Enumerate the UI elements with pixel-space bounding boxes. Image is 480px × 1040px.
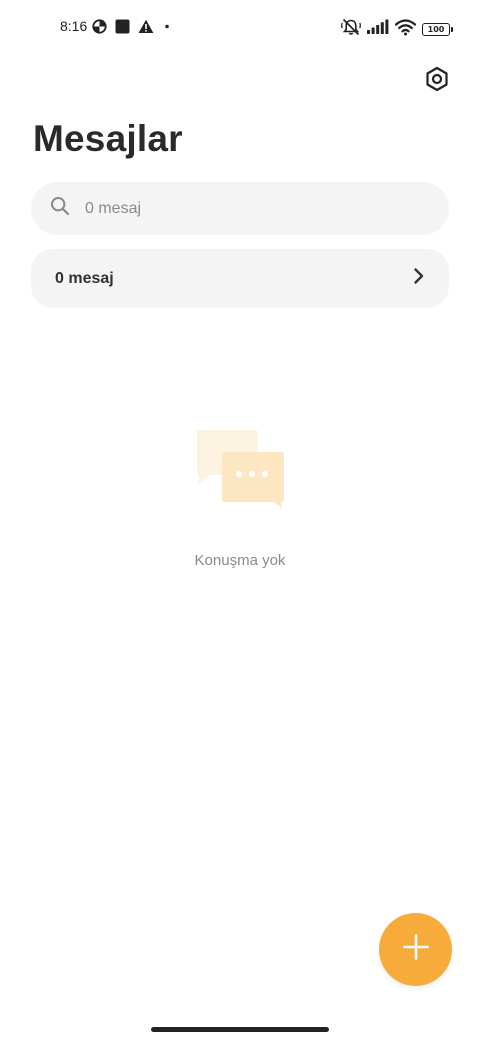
messages-row-label: 0 mesaj bbox=[55, 269, 114, 287]
plus-icon bbox=[402, 933, 430, 966]
home-indicator[interactable] bbox=[151, 1027, 329, 1032]
battery-level: 100 bbox=[427, 25, 445, 34]
search-bar[interactable] bbox=[31, 182, 449, 235]
messages-screen: 8:16 100 Mesajlar 0 mesaj 0 mesaj Konuşm… bbox=[0, 0, 480, 1040]
empty-chat-illustration-icon bbox=[195, 428, 287, 510]
search-input[interactable] bbox=[83, 198, 407, 219]
new-message-button[interactable] bbox=[379, 913, 452, 986]
vibrate-off-icon bbox=[341, 18, 361, 41]
square-notification-icon bbox=[115, 19, 130, 39]
status-left-icons bbox=[92, 19, 172, 39]
status-right-icons: 100 bbox=[341, 18, 453, 41]
settings-button[interactable] bbox=[422, 66, 452, 96]
battery-icon: 100 bbox=[422, 23, 453, 36]
settings-icon bbox=[424, 66, 450, 97]
dot-icon bbox=[162, 19, 172, 39]
chevron-right-icon bbox=[413, 267, 425, 290]
page-title: Mesajlar bbox=[33, 118, 183, 159]
signal-icon bbox=[367, 19, 389, 40]
status-bar: 8:16 100 bbox=[0, 14, 480, 42]
all-messages-row[interactable]: 0 mesaj bbox=[31, 249, 449, 308]
search-icon bbox=[50, 196, 70, 221]
status-time: 8:16 bbox=[60, 18, 88, 34]
data-saver-icon bbox=[92, 19, 107, 39]
wifi-icon bbox=[394, 18, 417, 41]
empty-state-text: Konuşma yok bbox=[194, 552, 286, 569]
warning-icon bbox=[138, 19, 154, 39]
